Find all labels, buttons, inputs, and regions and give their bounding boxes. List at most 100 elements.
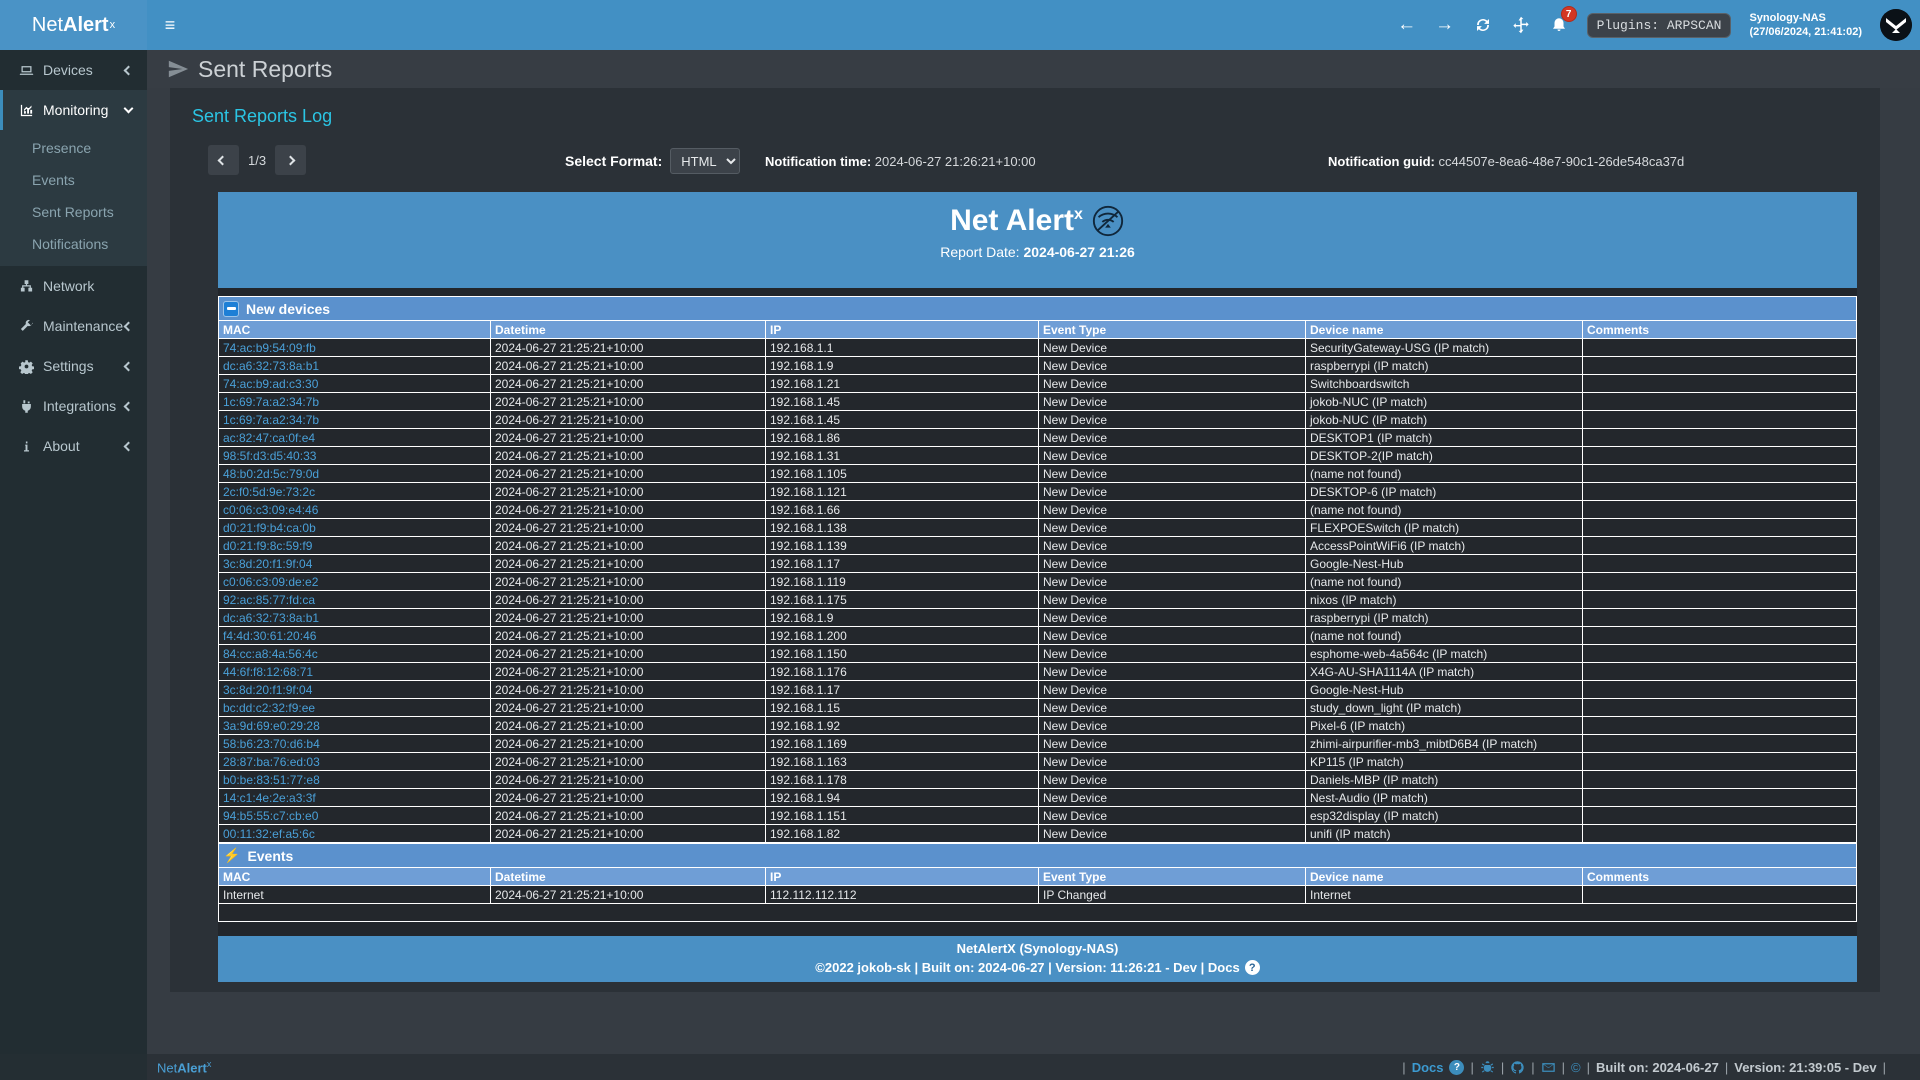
host-info: Synology-NAS (27/06/2024, 21:41:02) — [1749, 11, 1862, 39]
table-cell: 2024-06-27 21:25:21+10:00 — [491, 681, 766, 699]
report-gap — [218, 288, 1857, 296]
table-cell — [1583, 663, 1857, 681]
bug-report-link[interactable] — [1480, 1060, 1495, 1075]
table-cell: AccessPointWiFi6 (IP match) — [1306, 537, 1583, 555]
sidebar-item-presence[interactable]: Presence — [0, 132, 147, 164]
table-cell: New Device — [1039, 429, 1306, 447]
table-cell — [1583, 591, 1857, 609]
notification-guid-value: cc44507e-8ea6-48e7-90c1-26de548ca37d — [1439, 154, 1685, 169]
table-row: f4:4d:30:61:20:462024-06-27 21:25:21+10:… — [219, 627, 1857, 645]
chevron-left-icon — [124, 401, 134, 411]
new-devices-section-header: New devices — [219, 297, 1857, 321]
table-cell — [1583, 789, 1857, 807]
brand-sup: x — [110, 19, 116, 31]
table-cell: 192.168.1.92 — [766, 717, 1039, 735]
column-header-row: MACDatetimeIPEvent TypeDevice nameCommen… — [219, 321, 1857, 339]
table-cell: New Device — [1039, 591, 1306, 609]
table-cell: New Device — [1039, 609, 1306, 627]
user-avatar[interactable] — [1880, 9, 1912, 41]
sidebar-toggle-button[interactable]: ≡ — [147, 0, 193, 50]
move-dashboard-button[interactable] — [1511, 15, 1531, 35]
table-row: 74:ac:b9:ad:c3:302024-06-27 21:25:21+10:… — [219, 375, 1857, 393]
sidebar-item-devices[interactable]: Devices — [0, 50, 147, 90]
plugins-status-badge[interactable]: Plugins: ARPSCAN — [1587, 13, 1732, 38]
nav-forward-button[interactable]: → — [1435, 15, 1455, 35]
chart-icon — [16, 103, 36, 118]
table-cell: 14:c1:4e:2e:a3:3f — [219, 789, 491, 807]
table-cell: 192.168.1.94 — [766, 789, 1039, 807]
monitoring-submenu: Presence Events Sent Reports Notificatio… — [0, 130, 147, 266]
table-row: 94:b5:55:c7:cb:e02024-06-27 21:25:21+10:… — [219, 807, 1857, 825]
notifications-bell-button[interactable]: 7 — [1549, 15, 1569, 35]
format-select[interactable]: HTML — [670, 148, 740, 174]
table-cell: 1c:69:7a:a2:34:7b — [219, 411, 491, 429]
sidebar-item-monitoring[interactable]: Monitoring — [0, 90, 147, 130]
table-cell: 192.168.1.169 — [766, 735, 1039, 753]
sidebar-item-sent-reports[interactable]: Sent Reports — [0, 196, 147, 228]
sidebar-item-events[interactable]: Events — [0, 164, 147, 196]
column-header: Comments — [1583, 868, 1857, 886]
table-row: d0:21:f9:8c:59:f92024-06-27 21:25:21+10:… — [219, 537, 1857, 555]
copyright-icon[interactable]: © — [1571, 1060, 1581, 1075]
table-cell: 2024-06-27 21:25:21+10:00 — [491, 573, 766, 591]
table-row: 44:6f:f8:12:68:712024-06-27 21:25:21+10:… — [219, 663, 1857, 681]
table-cell: 192.168.1.105 — [766, 465, 1039, 483]
sidebar-item-maintenance[interactable]: Maintenance — [0, 306, 147, 346]
column-header: Comments — [1583, 321, 1857, 339]
next-report-button[interactable] — [275, 145, 306, 175]
table-row: c0:06:c3:09:de:e22024-06-27 21:25:21+10:… — [219, 573, 1857, 591]
table-cell: 192.168.1.176 — [766, 663, 1039, 681]
table-cell: X4G-AU-SHA1114A (IP match) — [1306, 663, 1583, 681]
sidebar-item-network[interactable]: Network — [0, 266, 147, 306]
report-date-value: 2024-06-27 21:26 — [1023, 244, 1134, 260]
table-row: 14:c1:4e:2e:a3:3f2024-06-27 21:25:21+10:… — [219, 789, 1857, 807]
host-time: (27/06/2024, 21:41:02) — [1749, 25, 1862, 39]
brand-net: Net — [32, 14, 63, 37]
prev-report-button[interactable] — [208, 145, 239, 175]
table-row: d0:21:f9:b4:ca:0b2024-06-27 21:25:21+10:… — [219, 519, 1857, 537]
table-cell: 2024-06-27 21:25:21+10:00 — [491, 483, 766, 501]
section-title: New devices — [246, 301, 330, 317]
sidebar-item-notifications[interactable]: Notifications — [0, 228, 147, 260]
question-circle-icon: ? — [1245, 960, 1260, 975]
info-icon — [16, 439, 36, 454]
table-cell: 2c:f0:5d:9e:73:2c — [219, 483, 491, 501]
email-link[interactable] — [1541, 1060, 1556, 1075]
table-cell: New Device — [1039, 663, 1306, 681]
status-brand[interactable]: NetAlertx — [157, 1059, 211, 1075]
table-cell: New Device — [1039, 411, 1306, 429]
table-cell — [1583, 771, 1857, 789]
table-cell: 94:b5:55:c7:cb:e0 — [219, 807, 491, 825]
table-cell: 112.112.112.112 — [766, 886, 1039, 904]
report-date: Report Date: 2024-06-27 21:26 — [218, 244, 1857, 260]
refresh-button[interactable] — [1473, 15, 1493, 35]
empty-row — [219, 904, 1857, 922]
help-question-icon[interactable]: ? — [1449, 1060, 1464, 1075]
report-title: Net Alertx — [218, 192, 1857, 238]
table-cell — [1583, 465, 1857, 483]
table-cell: 92:ac:85:77:fd:ca — [219, 591, 491, 609]
sidebar-item-settings[interactable]: Settings — [0, 346, 147, 386]
docs-link[interactable]: Docs — [1412, 1060, 1444, 1075]
table-cell: New Device — [1039, 789, 1306, 807]
table-cell: New Device — [1039, 447, 1306, 465]
github-link[interactable] — [1510, 1060, 1525, 1075]
app-logo[interactable]: NetAlertx — [0, 0, 147, 50]
table-cell — [1583, 681, 1857, 699]
nav-back-button[interactable]: ← — [1397, 15, 1417, 35]
format-label: Select Format: — [565, 153, 662, 169]
table-row: 98:5f:d3:d5:40:332024-06-27 21:25:21+10:… — [219, 447, 1857, 465]
sidebar-item-about[interactable]: About — [0, 426, 147, 466]
table-cell: f4:4d:30:61:20:46 — [219, 627, 491, 645]
table-cell — [1583, 699, 1857, 717]
table-cell: bc:dd:c2:32:f9:ee — [219, 699, 491, 717]
table-cell: d0:21:f9:b4:ca:0b — [219, 519, 491, 537]
new-devices-table: New devices MACDatetimeIPEvent TypeDevic… — [218, 296, 1857, 843]
table-cell: 192.168.1.200 — [766, 627, 1039, 645]
table-cell: 192.168.1.9 — [766, 357, 1039, 375]
table-cell: 74:ac:b9:54:09:fb — [219, 339, 491, 357]
table-cell: (name not found) — [1306, 627, 1583, 645]
sidebar-item-integrations[interactable]: Integrations — [0, 386, 147, 426]
table-cell: jokob-NUC (IP match) — [1306, 393, 1583, 411]
table-cell: New Device — [1039, 735, 1306, 753]
